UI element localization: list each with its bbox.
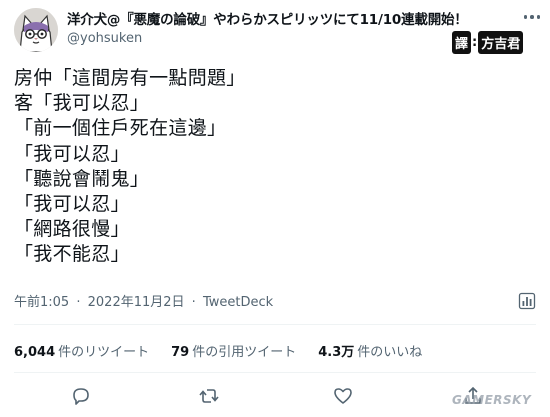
tweet-line: 「我可以忍」 xyxy=(14,142,130,165)
translator-tag: 譯 xyxy=(452,30,472,54)
tweet-line: 「前一個住戶死在這邊」 xyxy=(14,117,227,140)
tweet-line: 「網路很慢」 xyxy=(14,218,130,241)
quote-count-stat[interactable]: 79 件の引用ツイート xyxy=(171,341,296,360)
more-dot-icon xyxy=(536,15,541,19)
retweet-icon xyxy=(199,389,219,403)
cartoon-cat-avatar-icon xyxy=(14,8,58,52)
tweet-line: 「我不能忍」 xyxy=(14,243,130,266)
stat-number: 4.3万 xyxy=(318,345,355,360)
tweet-card: 洋介犬@『悪魔の論破』やわらかスピリッツにて11/10連載開始！ @yohsuk… xyxy=(0,0,550,417)
bar-chart-icon xyxy=(518,292,536,310)
reply-icon xyxy=(73,388,89,405)
more-dot-icon xyxy=(523,15,528,19)
divider xyxy=(14,372,536,373)
watermark: GAMERSKY xyxy=(452,393,532,407)
tweet-stats: 6,044 件のリツイート 79 件の引用ツイート 4.3万 件のいいね xyxy=(14,341,444,360)
retweet-count-stat[interactable]: 6,044 件のリツイート xyxy=(14,341,149,360)
translator-separator: : xyxy=(472,34,478,50)
analytics-icon[interactable] xyxy=(518,292,536,310)
stat-number: 79 xyxy=(171,345,190,360)
stat-label: 件の引用ツイート xyxy=(192,345,297,360)
tweet-text: 房仲「這間房有一點問題」 客「我可以忍」 「前一個住戶死在這邊」 「我可以忍」 … xyxy=(14,66,534,268)
stat-number: 6,044 xyxy=(14,345,56,360)
stat-label: 件のいいね xyxy=(357,345,423,360)
meta-separator: · xyxy=(76,295,81,310)
retweet-button[interactable] xyxy=(198,385,220,407)
like-count-stat[interactable]: 4.3万 件のいいね xyxy=(318,341,422,360)
tweet-line: 「我可以忍」 xyxy=(14,193,130,216)
tweet-time[interactable]: 午前1:05 xyxy=(14,295,69,310)
avatar[interactable] xyxy=(14,8,58,52)
more-dot-icon xyxy=(530,15,534,19)
meta-separator: · xyxy=(191,295,196,310)
like-button[interactable] xyxy=(332,385,354,407)
tweet-line: 房仲「這間房有一點問題」 xyxy=(14,67,246,89)
author-handle[interactable]: @yohsuken xyxy=(67,31,142,46)
tweet-line: 「聽說會鬧鬼」 xyxy=(14,167,150,190)
tweet-client[interactable]: TweetDeck xyxy=(203,295,273,310)
author-display-name[interactable]: 洋介犬@『悪魔の論破』やわらかスピリッツにて11/10連載開始！ xyxy=(67,8,468,28)
divider xyxy=(14,324,536,325)
reply-button[interactable] xyxy=(70,385,92,407)
like-icon xyxy=(334,388,352,404)
stat-label: 件のリツイート xyxy=(58,345,150,360)
translator-credit: 譯 : 方吉君 xyxy=(452,30,524,54)
more-options-button[interactable] xyxy=(519,6,545,28)
tweet-meta: 午前1:05 · 2022年11月2日 · TweetDeck xyxy=(14,291,273,310)
tweet-line: 客「我可以忍」 xyxy=(14,92,150,115)
tweet-date[interactable]: 2022年11月2日 xyxy=(88,295,185,310)
translator-name: 方吉君 xyxy=(478,30,524,54)
